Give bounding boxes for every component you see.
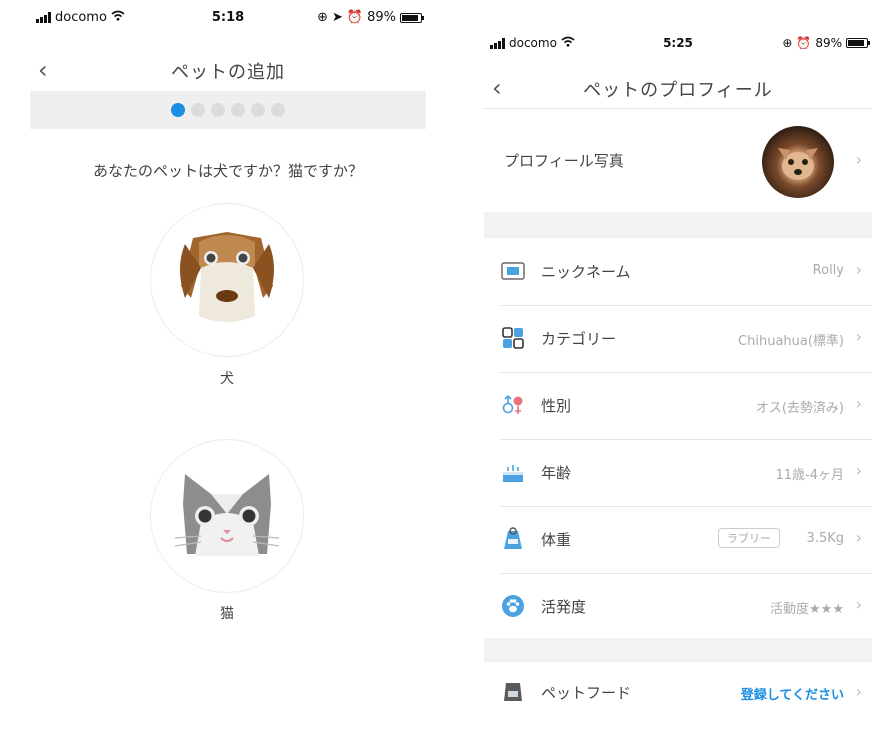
chevron-right-icon: › — [855, 528, 862, 547]
avatar — [762, 126, 834, 198]
location-icon: ➤ — [332, 10, 343, 25]
rotation-lock-icon: ⊕ — [782, 36, 793, 50]
profile-row[interactable]: 年齢 11歳-4ヶ月 › — [484, 439, 872, 506]
chevron-right-icon: › — [855, 394, 862, 413]
alarm-icon: ⏰ — [796, 36, 812, 50]
battery-icon — [846, 38, 870, 48]
status-right: ⊕ ➤ ⏰ 89% — [317, 10, 424, 25]
profile-row-label: 体重 — [541, 531, 572, 549]
step-dot — [191, 103, 205, 117]
battery-percent: 89% — [815, 36, 842, 50]
page-title: ペットの追加 — [171, 62, 285, 83]
chevron-right-icon: › — [855, 327, 862, 346]
pet-profile-screen: docomo 5:25 ⊕ ⏰ 89% ‹ ペットのプロフィール プロフィール写… — [484, 22, 872, 741]
alarm-icon: ⏰ — [346, 10, 364, 25]
gender-icon — [500, 392, 526, 418]
step-indicator — [30, 91, 426, 129]
profile-row-value: Rolly — [812, 263, 844, 278]
weight-icon — [500, 526, 526, 552]
profile-photo-label: プロフィール写真 — [504, 152, 624, 170]
battery-icon — [400, 12, 424, 23]
pet-food-row[interactable]: ペットフード 登録してください › — [484, 666, 872, 720]
cat-choice-button[interactable] — [151, 440, 303, 592]
profile-row-value: オス(去勢済み) — [755, 401, 844, 416]
dog-face-icon — [180, 232, 274, 322]
battery-percent: 89% — [367, 10, 396, 25]
step-dot — [231, 103, 245, 117]
profile-row-label: 性別 — [541, 397, 572, 415]
status-right: ⊕ ⏰ 89% — [782, 36, 870, 50]
step-dot — [251, 103, 265, 117]
category-grid-icon — [500, 325, 526, 351]
chevron-right-icon: › — [855, 150, 862, 169]
profile-row[interactable]: ニックネーム Rolly › — [484, 238, 872, 305]
nav-bar: ‹ ペットの追加 — [30, 52, 426, 92]
rotation-lock-icon: ⊕ — [317, 10, 328, 25]
pet-type-question: あなたのペットは犬ですか？猫ですか？ — [92, 162, 363, 180]
dog-choice-button[interactable] — [151, 204, 303, 356]
step-dot — [211, 103, 225, 117]
profile-row-value: 活動度★★★ — [770, 602, 844, 617]
pet-food-value: 登録してください — [740, 688, 844, 703]
section-separator — [484, 212, 872, 238]
name-card-icon — [500, 258, 526, 284]
chevron-right-icon: › — [855, 461, 862, 480]
profile-row-label: 活発度 — [541, 598, 587, 616]
chevron-right-icon: › — [855, 260, 862, 279]
profile-row-value: 11歳-4ヶ月 — [775, 468, 844, 483]
paw-icon — [500, 593, 526, 619]
status-bar: docomo 5:25 ⊕ ⏰ 89% — [484, 36, 872, 58]
profile-row[interactable]: 性別 オス(去勢済み) › — [484, 372, 872, 439]
cat-label: 猫 — [220, 606, 234, 622]
step-dot — [271, 103, 285, 117]
step-dot — [171, 103, 185, 117]
cat-face-icon — [174, 474, 280, 556]
profile-row-label: 年齢 — [541, 464, 572, 482]
section-separator — [484, 638, 872, 662]
divider — [484, 108, 872, 109]
profile-row-value: Chihuahua(標準) — [738, 334, 844, 349]
add-pet-screen: docomo 5:18 ⊕ ➤ ⏰ 89% ‹ ペットの追加 あなたのペットは犬… — [30, 0, 426, 741]
profile-row-value: 3.5Kg — [806, 531, 844, 546]
pet-food-icon — [500, 679, 526, 705]
profile-row-label: カテゴリー — [541, 330, 617, 348]
profile-row[interactable]: カテゴリー Chihuahua(標準) › — [484, 305, 872, 372]
pet-food-label: ペットフード — [541, 684, 632, 702]
chevron-right-icon: › — [855, 682, 862, 701]
profile-row[interactable]: 体重 ラブリー 3.5Kg › — [484, 506, 872, 573]
dog-label: 犬 — [220, 371, 234, 387]
chevron-right-icon: › — [855, 595, 862, 614]
birthday-cake-icon — [500, 459, 526, 485]
profile-photo-row[interactable]: プロフィール写真 › — [484, 118, 872, 208]
profile-row[interactable]: 活発度 活動度★★★ › — [484, 573, 872, 640]
profile-row-label: ニックネーム — [541, 263, 631, 281]
nav-bar: ‹ ペットのプロフィール — [484, 70, 872, 110]
weight-tag: ラブリー — [718, 528, 780, 548]
status-bar: docomo 5:18 ⊕ ➤ ⏰ 89% — [30, 10, 426, 32]
page-title: ペットのプロフィール — [583, 80, 773, 101]
